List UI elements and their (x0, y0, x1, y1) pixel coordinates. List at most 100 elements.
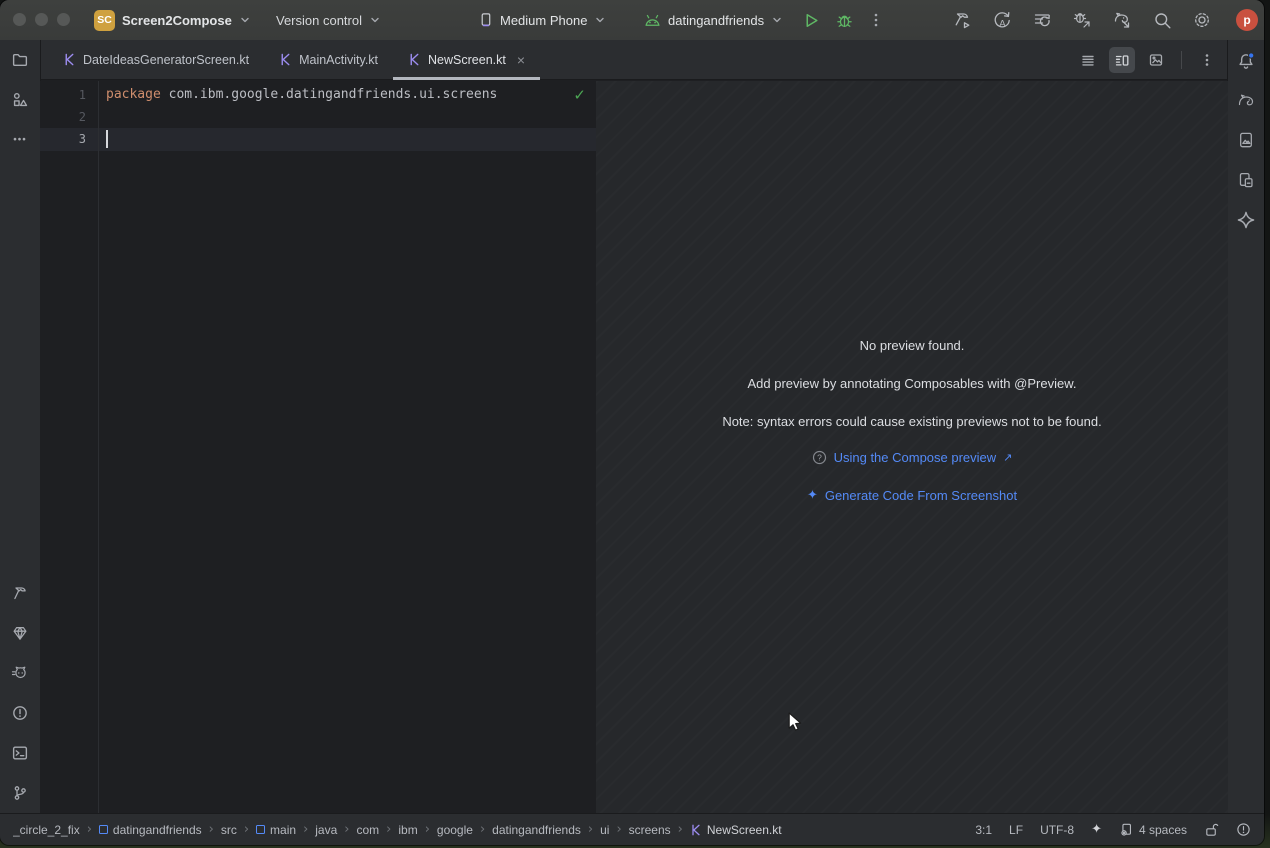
phone-device-icon (478, 12, 493, 28)
gemini-sparkle-icon[interactable] (1237, 211, 1256, 230)
breadcrumb-item[interactable]: _circle_2_fix (13, 823, 80, 837)
zoom-window-button[interactable] (57, 13, 70, 26)
notifications-bell-icon[interactable] (1237, 52, 1255, 70)
tab-label: NewScreen.kt (428, 53, 506, 67)
resource-manager-icon[interactable] (12, 92, 29, 109)
design-view-icon[interactable] (1143, 47, 1169, 73)
right-tool-strip (1227, 40, 1264, 813)
indent-widget[interactable]: 4 spaces (1119, 822, 1187, 837)
tab-label: DateIdeasGeneratorScreen.kt (83, 53, 249, 67)
preview-help-row: ? Using the Compose preview ↗ (596, 450, 1228, 465)
gemini-status-icon[interactable]: ✦ (1091, 822, 1102, 837)
chevron-separator-icon: › (480, 822, 485, 837)
minimize-window-button[interactable] (35, 13, 48, 26)
chevron-down-icon (771, 14, 783, 26)
kotlin-file-icon (408, 53, 421, 66)
breadcrumb-item-file[interactable]: NewScreen.kt (690, 823, 782, 837)
chevron-down-icon (594, 14, 606, 26)
breadcrumb-item[interactable]: ibm (398, 823, 417, 837)
status-widgets: 3:1 LF UTF-8 ✦ 4 spaces (975, 822, 1251, 837)
user-avatar[interactable]: p (1236, 9, 1258, 31)
inspections-ok-check-icon[interactable]: ✓ (573, 86, 586, 104)
chevron-separator-icon: › (386, 822, 391, 837)
compose-preview-help-link[interactable]: Using the Compose preview (834, 450, 997, 465)
caret-row-highlight (40, 128, 596, 151)
run-configuration[interactable]: datingandfriends (644, 0, 783, 40)
code-editor[interactable]: 1 2 3 package com.ibm.google.datingandfr… (40, 81, 596, 813)
device-selector-label: Medium Phone (500, 13, 587, 28)
running-devices-icon[interactable] (1238, 132, 1255, 149)
more-editor-options-icon[interactable] (1194, 47, 1220, 73)
apply-changes-icon[interactable]: A (992, 10, 1012, 30)
build-run-icon[interactable] (952, 10, 972, 30)
mouse-cursor (786, 712, 804, 731)
more-tool-windows-icon[interactable]: ••• (13, 135, 27, 146)
breadcrumb-item[interactable]: screens (629, 823, 671, 837)
breadcrumb-item[interactable]: main (256, 823, 296, 837)
line-separator-widget[interactable]: LF (1009, 823, 1023, 837)
caret-position-widget[interactable]: 3:1 (975, 823, 992, 837)
version-control-widget[interactable]: Version control (276, 0, 381, 40)
code-view-icon[interactable] (1075, 47, 1101, 73)
device-manager-icon[interactable] (1238, 172, 1255, 189)
project-name: Screen2Compose (122, 13, 232, 28)
chevron-separator-icon: › (616, 822, 621, 837)
svg-text:A: A (999, 19, 1006, 30)
git-branch-icon[interactable] (12, 785, 28, 802)
breadcrumb-item[interactable]: datingandfriends (492, 823, 581, 837)
chevron-separator-icon: › (588, 822, 593, 837)
terminal-icon[interactable] (12, 745, 29, 762)
project-tool-icon[interactable] (12, 52, 29, 69)
breadcrumb-item[interactable]: com (356, 823, 379, 837)
project-widget[interactable]: SC Screen2Compose (94, 0, 251, 40)
problems-status-icon[interactable] (1236, 822, 1251, 837)
text-caret (106, 130, 108, 148)
tab-newscreen[interactable]: NewScreen.kt × (393, 40, 540, 79)
indent-settings-icon (1119, 822, 1134, 837)
chevron-separator-icon: › (678, 822, 683, 837)
split-view-icon[interactable] (1109, 47, 1135, 73)
chevron-down-icon (239, 14, 251, 26)
settings-gear-icon[interactable] (1192, 10, 1212, 30)
svg-text:?: ? (817, 453, 822, 463)
breadcrumb-item[interactable]: datingandfriends (99, 823, 202, 837)
breadcrumb-item[interactable]: ui (600, 823, 609, 837)
app-quality-insights-icon[interactable] (12, 625, 29, 642)
build-tool-icon[interactable] (12, 585, 29, 602)
problems-icon[interactable] (12, 705, 29, 722)
line-number-current: 3 (40, 128, 86, 150)
main-toolbar: SC Screen2Compose Version control Medium… (0, 0, 1264, 40)
preview-hint: Add preview by annotating Composables wi… (596, 376, 1228, 391)
run-button[interactable] (803, 12, 820, 29)
chevron-separator-icon: › (209, 822, 214, 837)
search-everywhere-icon[interactable] (1152, 10, 1172, 30)
divider (1181, 51, 1182, 69)
compose-preview-panel: No preview found. Add preview by annotat… (596, 81, 1228, 813)
encoding-widget[interactable]: UTF-8 (1040, 823, 1074, 837)
android-studio-window: SC Screen2Compose Version control Medium… (0, 0, 1264, 845)
tab-dateideasgeneratorscreen[interactable]: DateIdeasGeneratorScreen.kt (48, 40, 264, 79)
close-window-button[interactable] (13, 13, 26, 26)
kotlin-file-icon (279, 53, 292, 66)
unlocked-padlock-icon[interactable] (1204, 822, 1219, 837)
chevron-down-icon (369, 14, 381, 26)
toolbar-actions: A (952, 0, 1212, 40)
breadcrumb-item[interactable]: java (315, 823, 337, 837)
debug-button[interactable] (836, 12, 853, 29)
module-icon (256, 825, 265, 834)
close-tab-icon[interactable]: × (517, 53, 525, 67)
logcat-icon[interactable] (11, 665, 29, 681)
breadcrumb-item[interactable]: src (221, 823, 237, 837)
generate-code-from-screenshot-link[interactable]: Generate Code From Screenshot (825, 488, 1017, 503)
profiler-icon[interactable] (1112, 10, 1132, 30)
apply-code-changes-icon[interactable] (1032, 10, 1052, 30)
chevron-separator-icon: › (344, 822, 349, 837)
editor-view-controls (1075, 40, 1228, 79)
device-selector[interactable]: Medium Phone (478, 0, 606, 40)
window-controls (13, 13, 70, 26)
gradle-icon[interactable] (1237, 92, 1255, 108)
more-run-options-button[interactable] (869, 12, 883, 28)
attach-debugger-icon[interactable] (1072, 10, 1092, 30)
breadcrumb-item[interactable]: google (437, 823, 473, 837)
tab-mainactivity[interactable]: MainActivity.kt (264, 40, 393, 79)
